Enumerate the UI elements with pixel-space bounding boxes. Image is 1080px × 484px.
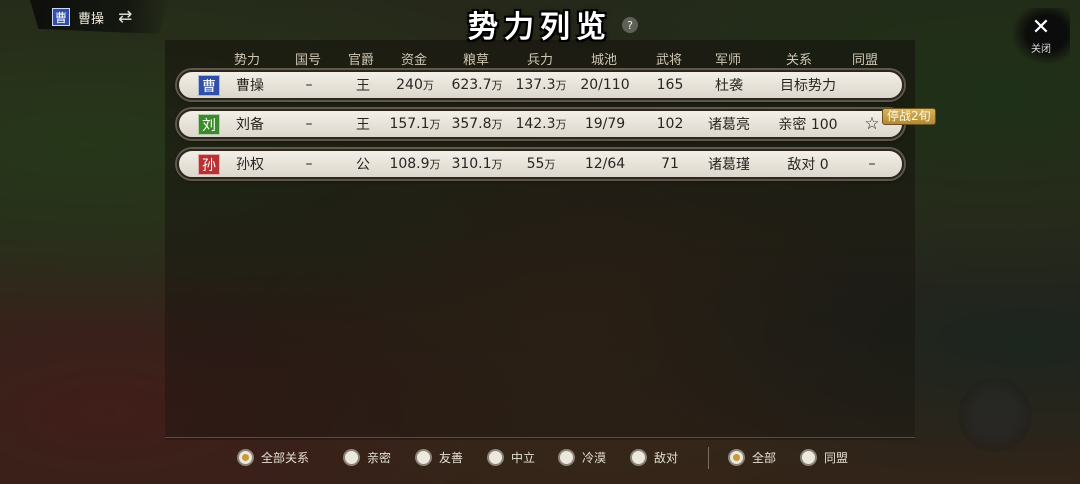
col-cities: 城池 [590, 53, 618, 68]
filter-neutral[interactable]: 中立 [487, 449, 535, 466]
relation-value: 目标势力 [780, 78, 836, 94]
radio-dot [800, 449, 817, 466]
relation-filter-bar: 全部关系 亲密 友善 中立 冷漠 敌对 全部 同盟 [0, 447, 1080, 471]
col-troops: 兵力 [526, 53, 554, 68]
radio-dot [630, 449, 647, 466]
generals-value: 71 [661, 156, 679, 172]
troops-value: 55万 [526, 156, 556, 172]
funds-value: 157.1万 [389, 116, 441, 132]
faction-tag: 刘 [198, 114, 220, 135]
col-funds: 资金 [400, 53, 428, 68]
col-faction: 势力 [233, 53, 261, 68]
truce-badge: 停战2旬 [882, 108, 936, 125]
filter-all-alliance[interactable]: 全部 [728, 449, 776, 466]
table-row[interactable]: 孙 孙权 – 公 108.9万 310.1万 55万 12/64 71 诸葛瑾 … [177, 149, 904, 179]
relation-value: 亲密 100 [778, 117, 838, 133]
faction-name: 刘备 [236, 117, 264, 133]
radio-dot [343, 449, 360, 466]
relation-value: 敌对 0 [787, 157, 829, 173]
col-relation: 关系 [785, 53, 813, 68]
col-strategist: 军师 [714, 53, 742, 68]
faction-name: 孙权 [236, 157, 264, 173]
table-header: 势力 国号 官爵 资金 粮草 兵力 城池 武将 军师 关系 同盟 [178, 49, 904, 69]
food-value: 357.8万 [451, 116, 503, 132]
strategist: 杜袭 [715, 78, 743, 94]
faction-list-panel [165, 40, 915, 440]
cities-value: 12/64 [584, 156, 626, 172]
col-food: 粮草 [462, 53, 490, 68]
filter-friendly[interactable]: 友善 [415, 449, 463, 466]
close-icon: ✕ [1031, 15, 1051, 40]
close-button[interactable]: ✕ 关闭 [1012, 8, 1070, 64]
state-name: – [305, 156, 313, 172]
generals-value: 102 [656, 116, 684, 132]
state-name: – [305, 77, 313, 93]
state-name: – [305, 116, 313, 132]
generals-value: 165 [656, 77, 684, 93]
page-title: 势力列览 [468, 10, 612, 45]
radio-dot [237, 449, 254, 466]
table-row[interactable]: 刘 刘备 – 王 157.1万 357.8万 142.3万 19/79 102 … [177, 109, 904, 139]
radio-dot [728, 449, 745, 466]
radio-dot [487, 449, 504, 466]
cities-value: 19/79 [584, 116, 626, 132]
faction-name: 曹操 [236, 78, 264, 94]
troops-value: 137.3万 [515, 77, 567, 93]
col-state: 国号 [294, 53, 322, 68]
faction-tag: 孙 [198, 154, 220, 175]
rank: 王 [356, 117, 370, 133]
rank: 公 [356, 157, 370, 173]
cities-value: 20/110 [580, 77, 630, 93]
filter-all-relations[interactable]: 全部关系 [237, 449, 309, 466]
col-alliance: 同盟 [851, 53, 879, 68]
joystick-control[interactable] [958, 378, 1032, 452]
filter-separator [708, 447, 709, 469]
close-label: 关闭 [1031, 44, 1051, 55]
radio-dot [415, 449, 432, 466]
filter-divider-line [165, 437, 915, 438]
col-generals: 武将 [655, 53, 683, 68]
col-rank: 官爵 [347, 53, 375, 68]
filter-intimate[interactable]: 亲密 [343, 449, 391, 466]
funds-value: 108.9万 [389, 156, 441, 172]
troops-value: 142.3万 [515, 116, 567, 132]
funds-value: 240万 [396, 77, 434, 93]
food-value: 623.7万 [451, 77, 503, 93]
filter-hostile[interactable]: 敌对 [630, 449, 678, 466]
strategist: 诸葛亮 [708, 117, 750, 133]
star-icon[interactable]: ☆ [864, 114, 879, 134]
table-row[interactable]: 曹 曹操 – 王 240万 623.7万 137.3万 20/110 165 杜… [177, 70, 904, 100]
radio-dot [558, 449, 575, 466]
faction-tag: 曹 [198, 75, 220, 96]
alliance-value: – [868, 156, 876, 172]
filter-cold[interactable]: 冷漠 [558, 449, 606, 466]
rank: 王 [356, 78, 370, 94]
food-value: 310.1万 [451, 156, 503, 172]
filter-allied[interactable]: 同盟 [800, 449, 848, 466]
help-icon[interactable]: ? [622, 17, 638, 33]
strategist: 诸葛瑾 [708, 157, 750, 173]
